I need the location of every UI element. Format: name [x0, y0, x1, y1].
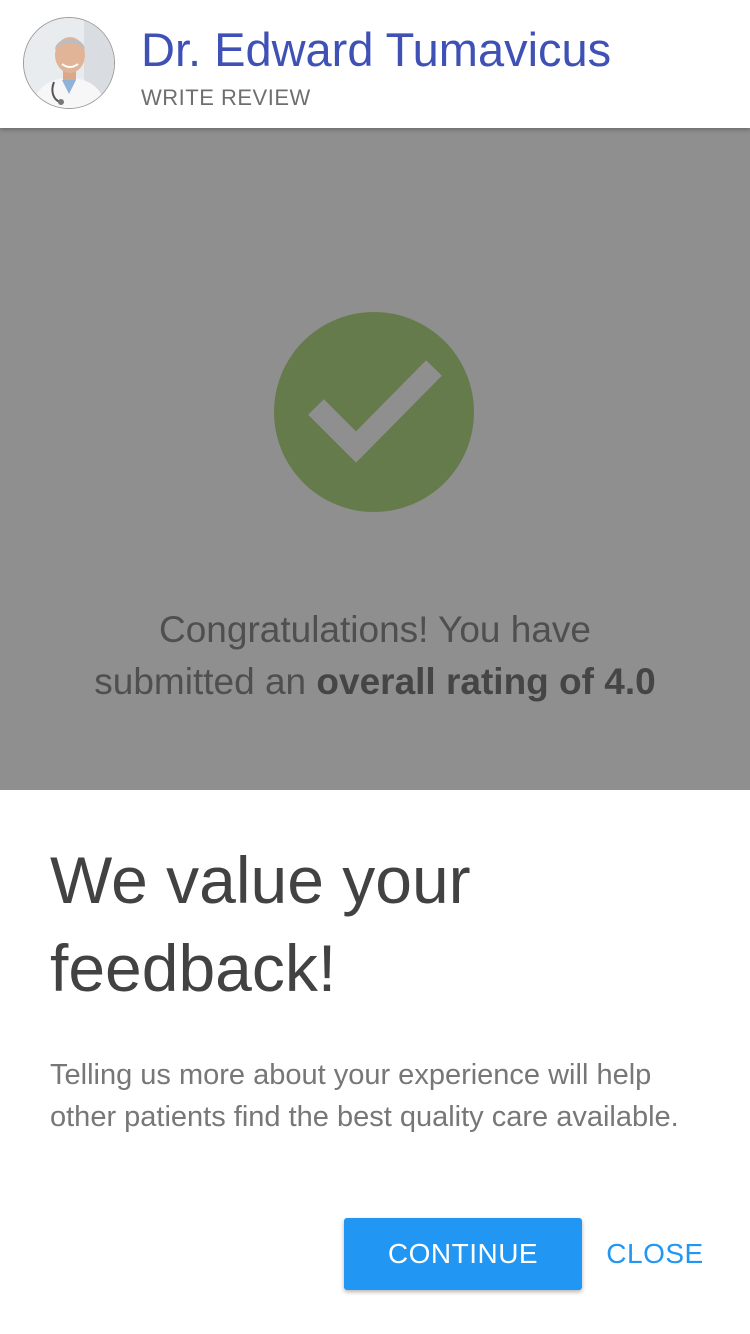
close-button[interactable]: CLOSE [596, 1218, 714, 1290]
sheet-title: We value your feedback! [50, 843, 471, 1005]
sheet-description: Telling us more about your experience wi… [50, 1059, 679, 1133]
feedback-sheet: We value your feedback! Telling us more … [0, 790, 750, 1334]
app-header: Dr. Edward Tumavicus WRITE REVIEW [0, 0, 750, 128]
confirmation-line-1: Congratulations! You have [158, 609, 591, 650]
continue-button[interactable]: CONTINUE [344, 1218, 582, 1290]
confirmation-line-2-prefix: submitted an [94, 661, 317, 702]
doctor-avatar [23, 17, 115, 109]
checkmark-icon [308, 360, 442, 463]
confirmation-message: Congratulations! You have submitted an o… [40, 604, 710, 708]
overall-rating-text: overall rating of 4.0 [316, 661, 656, 702]
review-confirmation-screen: Dr. Edward Tumavicus WRITE REVIEW Congra… [0, 0, 750, 1334]
dimmed-overlay: Congratulations! You have submitted an o… [0, 128, 750, 790]
success-badge [274, 312, 474, 512]
doctor-name: Dr. Edward Tumavicus [141, 23, 612, 76]
confirmation-line-2: submitted an overall rating of 4.0 [40, 656, 710, 708]
screen-subtitle: WRITE REVIEW [141, 85, 311, 110]
